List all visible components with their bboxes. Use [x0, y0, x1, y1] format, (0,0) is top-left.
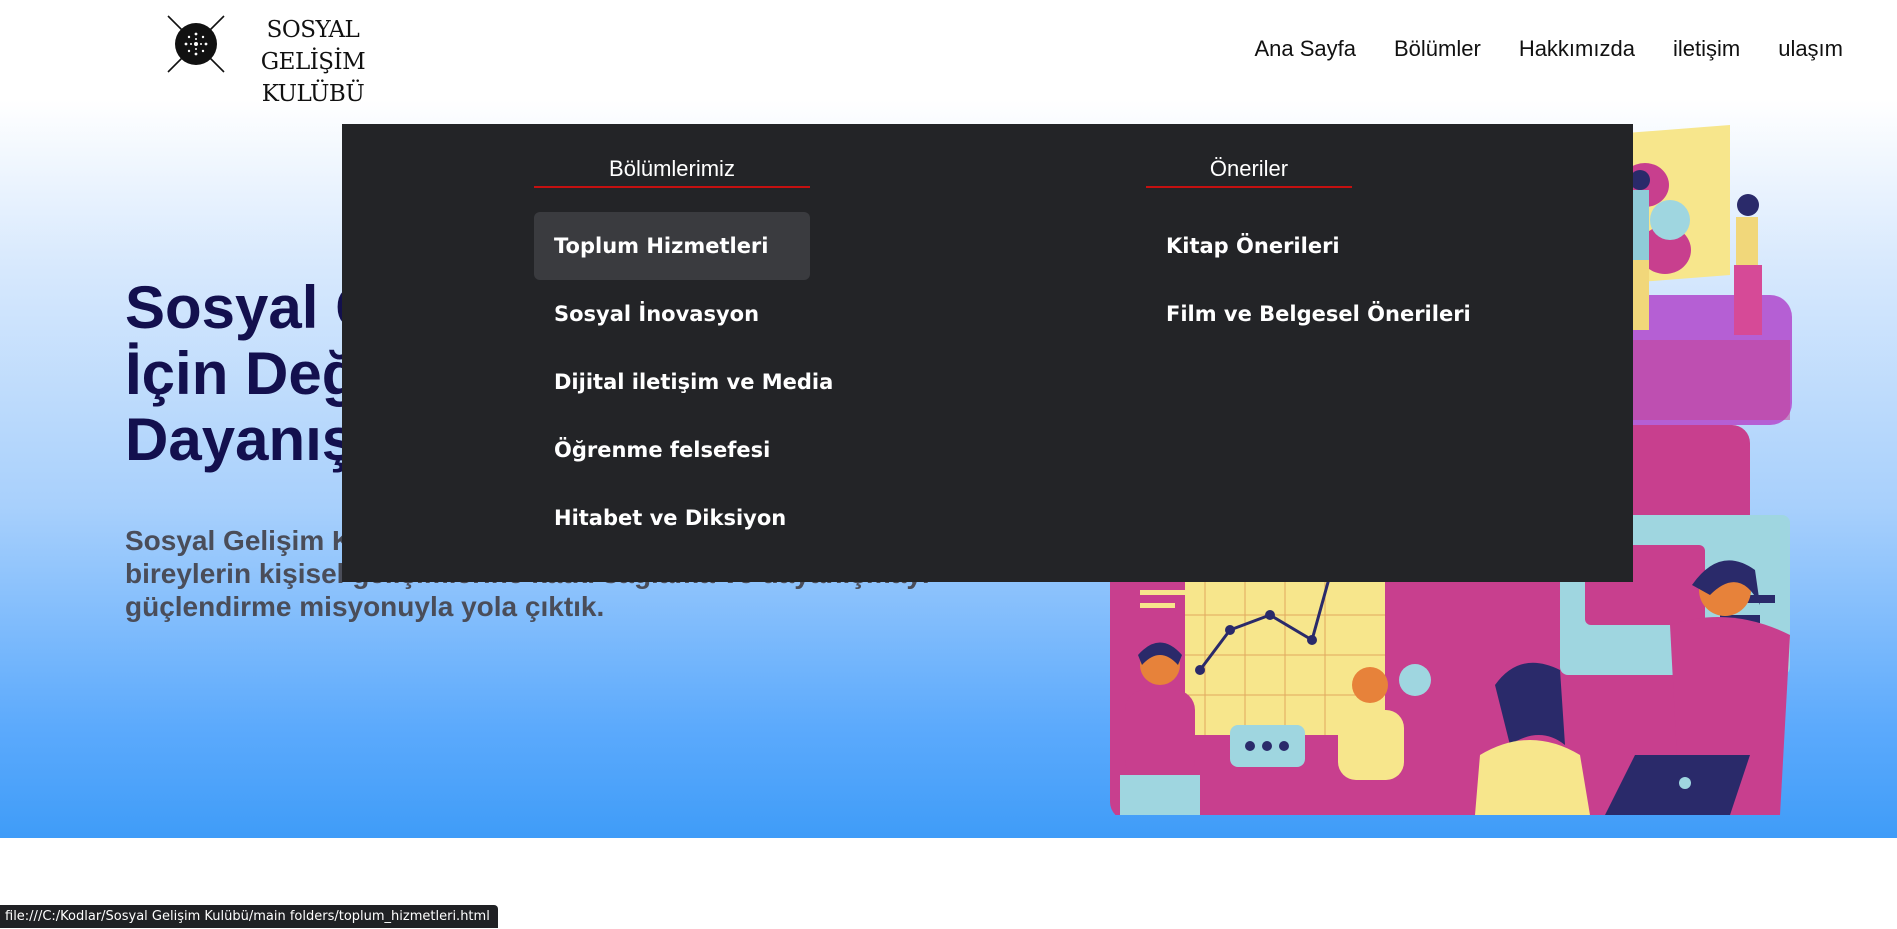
dropdown-item-toplum-hizmetleri[interactable]: Toplum Hizmetleri: [534, 212, 810, 280]
dropdown-heading-oneriler: Öneriler: [1146, 154, 1352, 188]
club-logo[interactable]: SOSYAL GELİŞİM KULÜBÜ: [164, 12, 400, 107]
dropdown-item-ogrenme-felsefesi[interactable]: Öğrenme felsefesi: [534, 416, 810, 484]
dropdown-list-bolumlerimiz: Toplum Hizmetleri Sosyal İnovasyon Dijit…: [534, 212, 833, 552]
site-header: SOSYAL GELİŞİM KULÜBÜ Ana Sayfa Bölümler…: [0, 0, 1897, 107]
nav-ulasim[interactable]: ulaşım: [1778, 36, 1843, 62]
dropdown-heading-bolumlerimiz: Bölümlerimiz: [534, 154, 810, 188]
nav-ana-sayfa[interactable]: Ana Sayfa: [1254, 36, 1356, 62]
dropdown-item-film-belgesel-onerileri[interactable]: Film ve Belgesel Önerileri: [1146, 280, 1471, 348]
club-logo-wordmark: SOSYAL GELİŞİM KULÜBÜ: [227, 14, 399, 110]
nav-hakkimizda[interactable]: Hakkımızda: [1519, 36, 1635, 62]
club-logo-emblem-icon: [167, 15, 225, 73]
dropdown-item-hitabet-diksiyon[interactable]: Hitabet ve Diksiyon: [534, 484, 810, 552]
dropdown-item-sosyal-inovasyon[interactable]: Sosyal İnovasyon: [534, 280, 810, 348]
dropdown-item-kitap-onerileri[interactable]: Kitap Önerileri: [1146, 212, 1422, 280]
logo-line-2: KULÜBÜ: [261, 81, 365, 107]
bolumler-mega-dropdown: Bölümlerimiz Toplum Hizmetleri Sosyal İn…: [342, 124, 1633, 582]
dropdown-list-oneriler: Kitap Önerileri Film ve Belgesel Önerile…: [1146, 212, 1471, 348]
nav-bolumler[interactable]: Bölümler: [1394, 36, 1481, 62]
logo-line-1: SOSYAL GELİŞİM: [260, 17, 366, 75]
hero-description-line-3: güçlendirme misyonuyla yola çıktık.: [125, 591, 605, 622]
main-nav: Ana Sayfa Bölümler Hakkımızda iletişim u…: [1254, 36, 1843, 62]
dropdown-item-dijital-iletisim[interactable]: Dijital iletişim ve Media: [534, 348, 833, 416]
browser-status-url: file:///C:/Kodlar/Sosyal Gelişim Kulübü/…: [0, 905, 498, 928]
dropdown-column-bolumlerimiz: Bölümlerimiz Toplum Hizmetleri Sosyal İn…: [534, 154, 833, 552]
nav-iletisim[interactable]: iletişim: [1673, 36, 1740, 62]
dropdown-column-oneriler: Öneriler Kitap Önerileri Film ve Belgese…: [1146, 154, 1471, 348]
